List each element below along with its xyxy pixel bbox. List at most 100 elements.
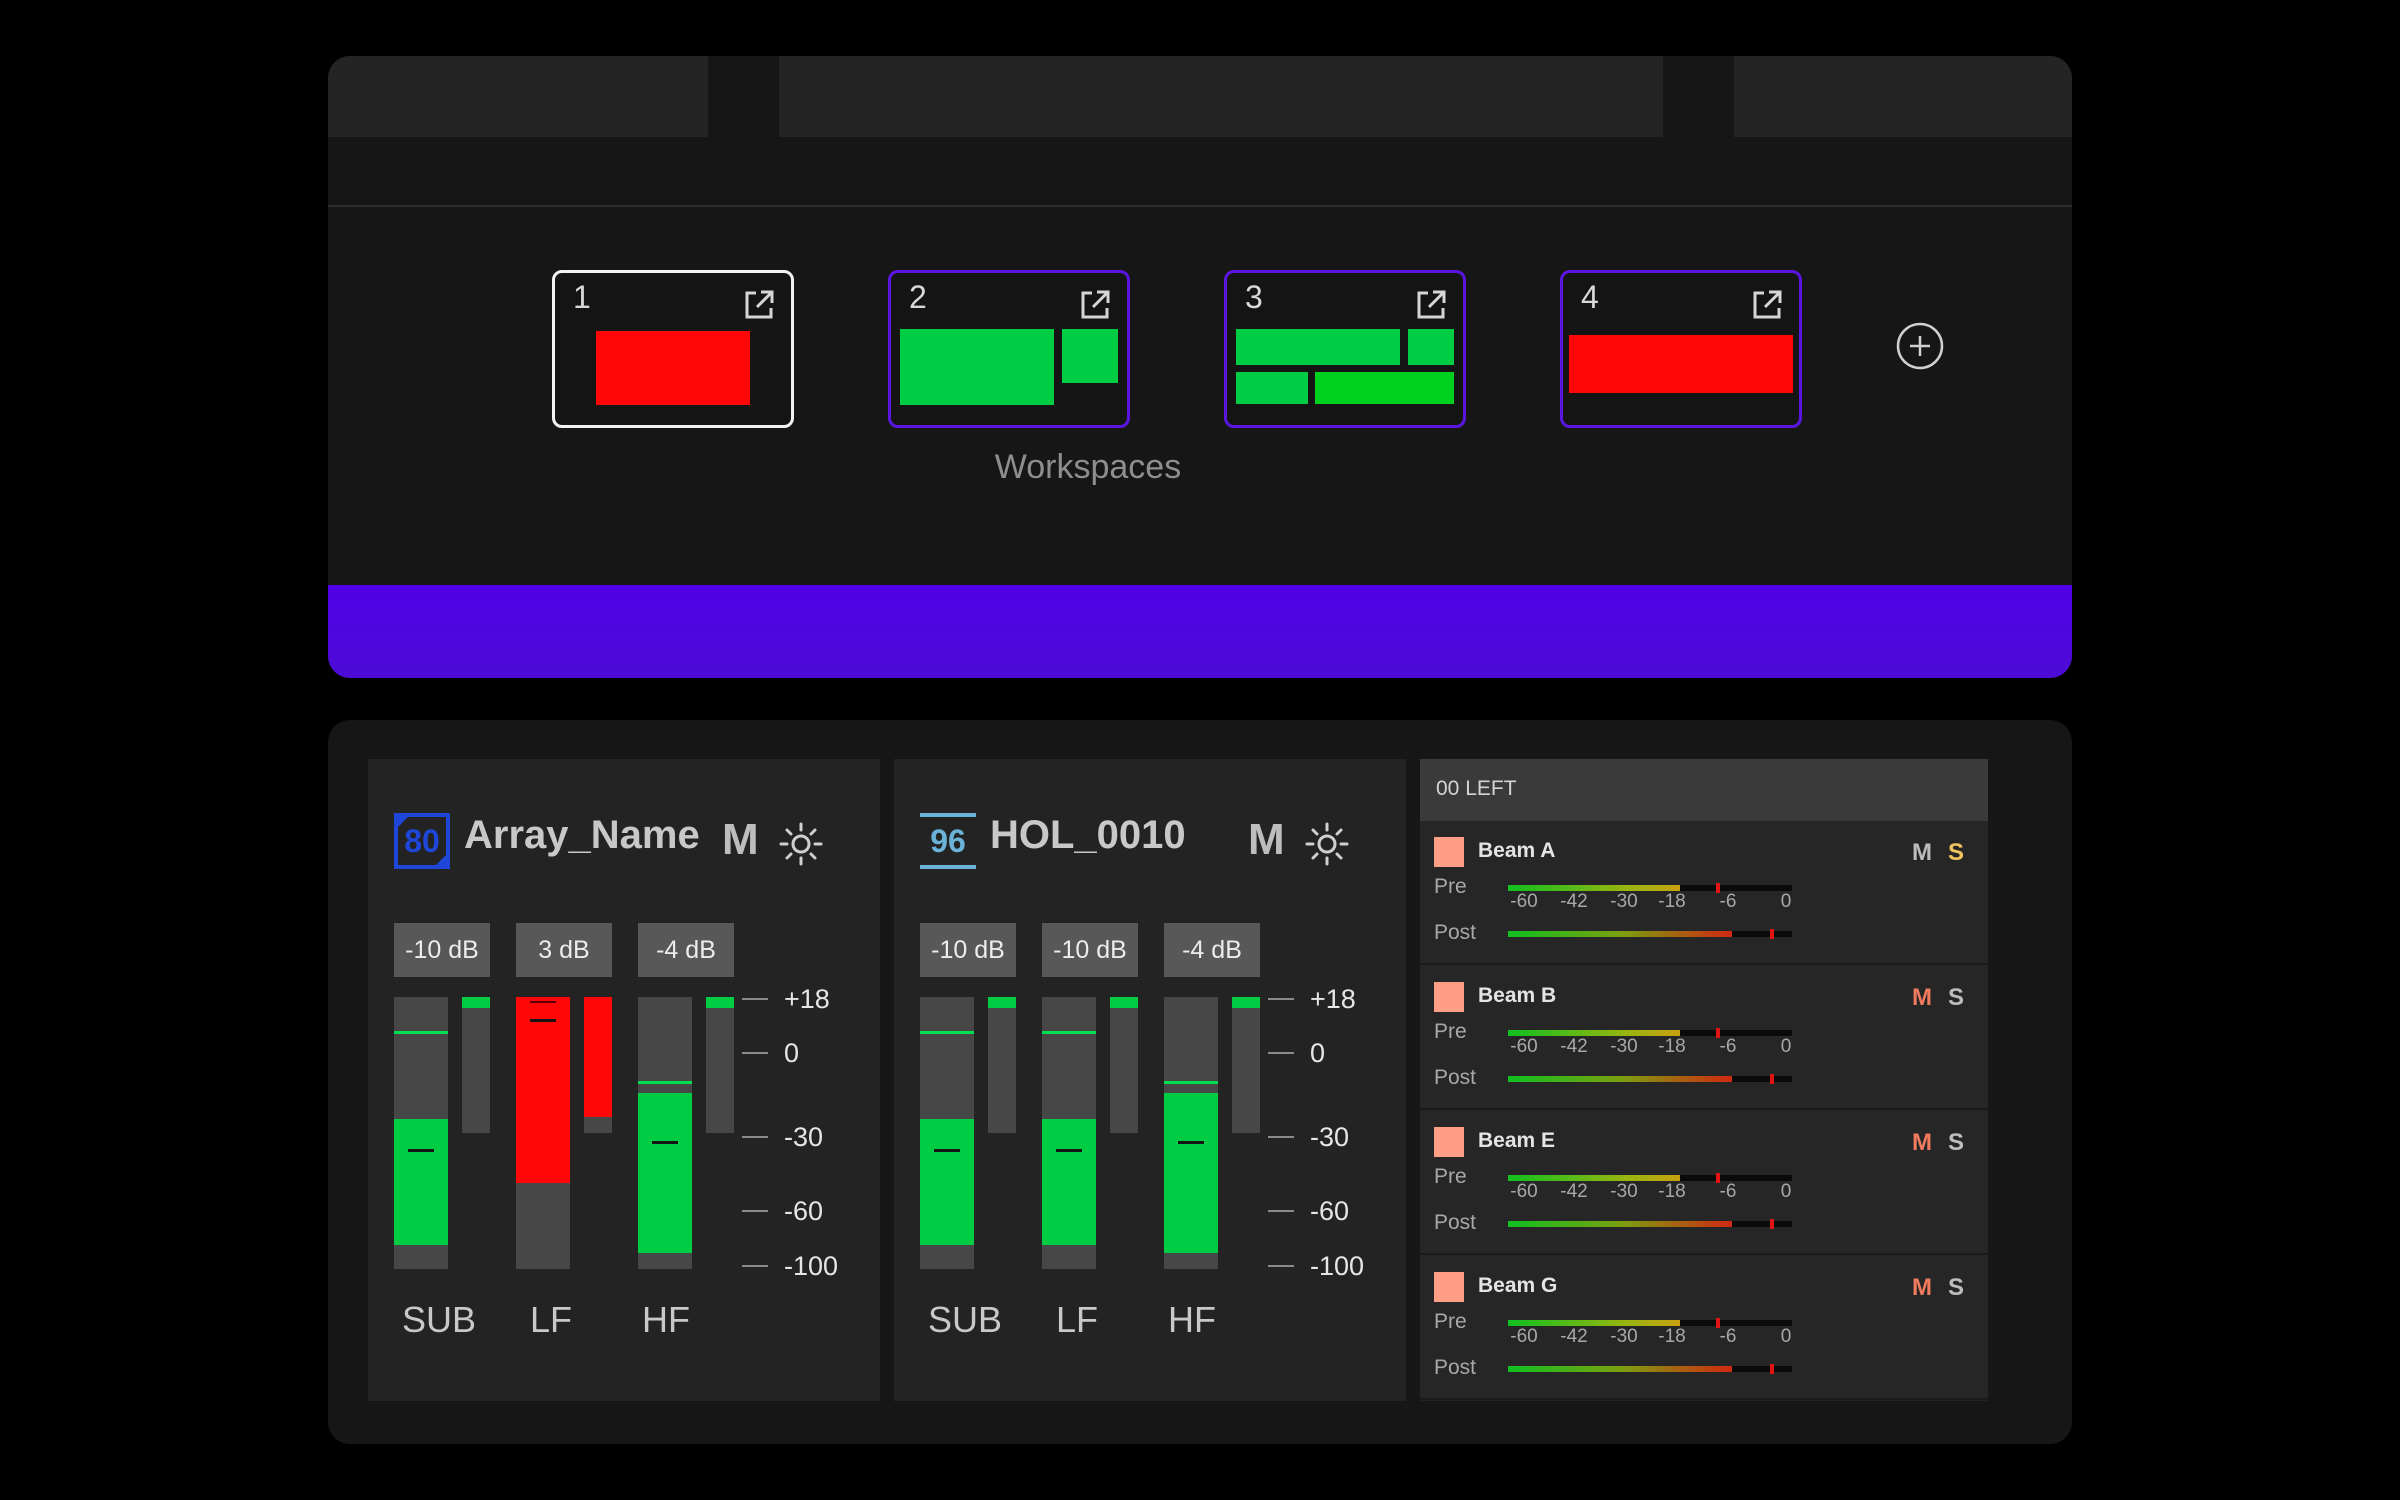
beam-solo-button[interactable]: S [1948, 1129, 1964, 1157]
external-link-icon[interactable] [1413, 287, 1449, 323]
meter-tick [652, 1141, 678, 1144]
workspace-number: 2 [909, 279, 927, 315]
meter-marker [530, 1001, 556, 1003]
band-label-lf: LF [1056, 1299, 1099, 1340]
peak-marker [1770, 1219, 1774, 1229]
scale-tick-label: -42 [1560, 1181, 1588, 1202]
bar-fill [1508, 1221, 1732, 1227]
beam-name: Beam B [1478, 984, 1557, 1007]
beam-solo-button[interactable]: S [1948, 1274, 1964, 1302]
scale-tick-label: -18 [1658, 1181, 1686, 1202]
peak-marker [1770, 929, 1774, 939]
scale-dash [742, 1136, 768, 1138]
scale-dash [1268, 1265, 1294, 1267]
band-label-hf: HF [642, 1299, 690, 1340]
scale-dash [1268, 1210, 1294, 1212]
meter-fill [1164, 1093, 1218, 1253]
scale-tick-label: -6 [1719, 1326, 1737, 1347]
beam-row[interactable]: Beam A M S Pre -60 -42 -30 -18 -6 0 Post [1420, 821, 1988, 965]
gain-display-hf[interactable]: -4 dB [1164, 923, 1260, 977]
gain-display-sub[interactable]: -10 dB [920, 923, 1016, 977]
peak-indicator [1232, 997, 1260, 1008]
peak-marker [1770, 1074, 1774, 1084]
meter-scale: -60 -42 -30 -18 -6 0 [1508, 1036, 1792, 1060]
beam-mute-button[interactable]: M [1912, 839, 1932, 867]
gain-display-lf[interactable]: -10 dB [1042, 923, 1138, 977]
beam-mute-button[interactable]: M [1912, 1129, 1932, 1157]
meter-fill [516, 997, 570, 1183]
workspace-number: 1 [573, 279, 591, 315]
gain-display-sub[interactable]: -10 dB [394, 923, 490, 977]
arrays-panel: 80 Array_Name M -10 dB 3 dB -4 dB +18 0 … [328, 720, 2072, 1444]
meter-marker [394, 1031, 448, 1034]
tab-slot-left[interactable] [328, 56, 708, 137]
beam-color-swatch[interactable] [1434, 982, 1464, 1012]
workspace-layout-block [1569, 335, 1793, 393]
scale-dash [742, 1265, 768, 1267]
scale-tick-label: -18 [1658, 1036, 1686, 1057]
level-meter-sub [394, 997, 448, 1269]
meter-tick [408, 1149, 434, 1152]
level-meter-hf [1164, 997, 1218, 1269]
beam-color-swatch[interactable] [1434, 837, 1464, 867]
scale-dash [742, 1210, 768, 1212]
meter-tick [1178, 1141, 1204, 1144]
mute-button[interactable]: M [722, 815, 759, 865]
meter-scale: -60 -42 -30 -18 -6 0 [1508, 1326, 1792, 1350]
workspace-layout-block [596, 331, 750, 405]
gain-display-hf[interactable]: -4 dB [638, 923, 734, 977]
tab-slot-center[interactable] [779, 56, 1663, 137]
workspaces-panel: 1 2 3 4 Workspaces [328, 56, 2072, 678]
post-label: Post [1434, 1211, 1477, 1234]
workspace-card-4[interactable]: 4 [1560, 270, 1802, 428]
meter-marker [638, 1081, 692, 1084]
gain-display-lf[interactable]: 3 dB [516, 923, 612, 977]
tab-slot-right[interactable] [1734, 56, 2072, 137]
plus-circle-icon[interactable] [1896, 322, 1944, 370]
beam-row[interactable]: Beam B M S Pre -60 -42 -30 -18 -6 0 Post [1420, 966, 1988, 1110]
bar-fill [1508, 1076, 1732, 1082]
pre-label: Pre [1434, 1165, 1467, 1188]
external-link-icon[interactable] [741, 287, 777, 323]
peak-indicator [1110, 997, 1138, 1008]
scale-tick-label: -60 [1510, 1326, 1538, 1347]
workspace-card-3[interactable]: 3 [1224, 270, 1466, 428]
post-level-bar [1508, 1364, 1792, 1374]
beam-mute-button[interactable]: M [1912, 1274, 1932, 1302]
beam-row[interactable]: Beam E M S Pre -60 -42 -30 -18 -6 0 Post [1420, 1111, 1988, 1255]
beam-color-swatch[interactable] [1434, 1272, 1464, 1302]
bar-fill [1508, 931, 1732, 937]
scale-tick-label: -30 [1610, 891, 1638, 912]
external-link-icon[interactable] [1749, 287, 1785, 323]
workspace-layout-block [1236, 372, 1308, 404]
sun-icon[interactable] [778, 821, 824, 867]
external-link-icon[interactable] [1077, 287, 1113, 323]
workspace-card-1[interactable]: 1 [552, 270, 794, 428]
workspace-layout-block [1315, 372, 1454, 404]
peak-meter-hf [1232, 997, 1260, 1133]
beam-color-swatch[interactable] [1434, 1127, 1464, 1157]
scale-label: 0 [1310, 1038, 1326, 1068]
meter-fill [394, 1119, 448, 1245]
workspace-number: 4 [1581, 279, 1599, 315]
post-level-bar [1508, 1219, 1792, 1229]
workspace-layout-block [1236, 329, 1400, 365]
beam-mute-button[interactable]: M [1912, 984, 1932, 1012]
scale-label: -60 [784, 1196, 824, 1226]
beam-row[interactable]: Beam G M S Pre -60 -42 -30 -18 -6 0 Post [1420, 1256, 1988, 1400]
workspace-layout-block [900, 329, 1054, 405]
band-label-sub: SUB [402, 1299, 477, 1340]
peak-indicator [706, 997, 734, 1008]
meter-marker [920, 1031, 974, 1034]
scale-tick-label: 0 [1780, 1326, 1792, 1347]
level-meter-hf [638, 997, 692, 1269]
workspace-card-2[interactable]: 2 [888, 270, 1130, 428]
peak-meter-sub [462, 997, 490, 1133]
beams-header: 00 LEFT [1420, 759, 1988, 821]
scale-tick-label: 0 [1780, 1181, 1792, 1202]
array-name: HOL_0010 [990, 813, 1186, 857]
beam-solo-button[interactable]: S [1948, 984, 1964, 1012]
beam-solo-button[interactable]: S [1948, 839, 1964, 867]
mute-button[interactable]: M [1248, 815, 1285, 865]
sun-icon[interactable] [1304, 821, 1350, 867]
